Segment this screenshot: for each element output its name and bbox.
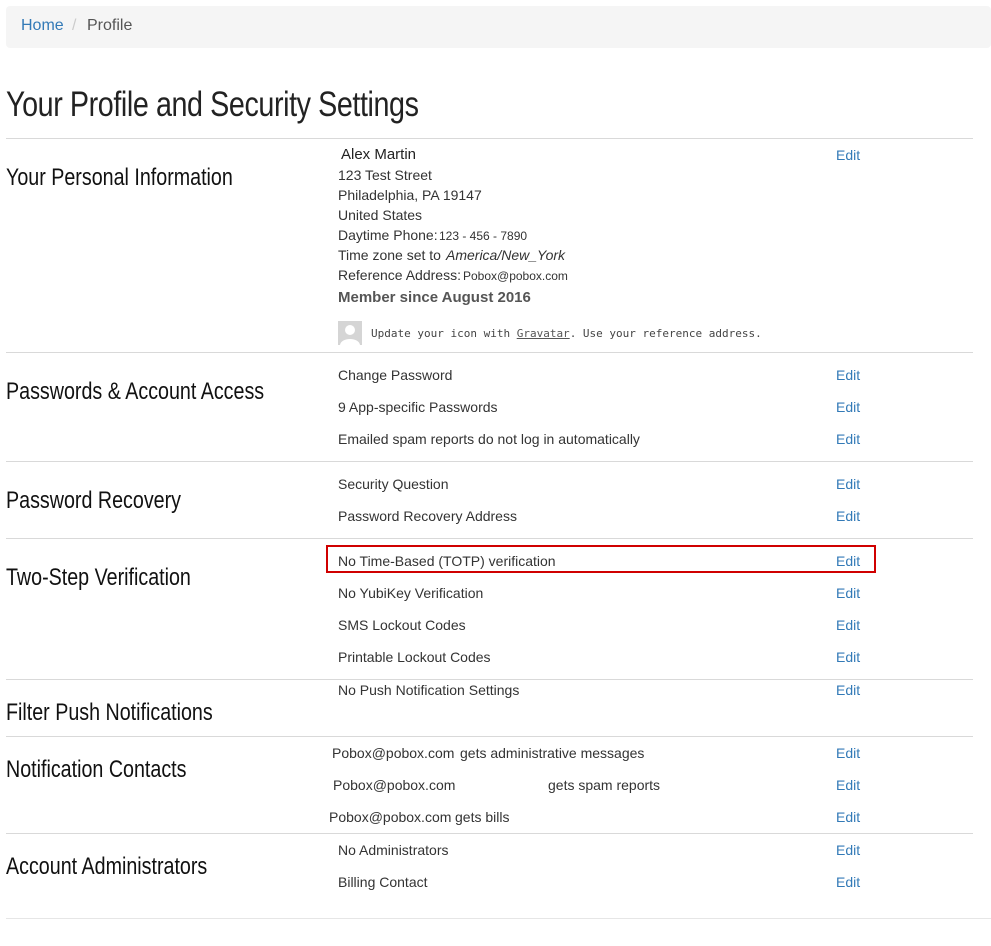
divider [6,461,973,462]
edit-contact-admin-button[interactable]: Edit [836,745,860,761]
default-avatar-icon [338,321,362,345]
reference-address-label: Reference Address: [338,267,461,283]
section-title-contacts: Notification Contacts [6,756,187,783]
section-title-two-step: Two-Step Verification [6,564,191,591]
edit-totp-button[interactable]: Edit [836,553,860,569]
edit-contact-bills-button[interactable]: Edit [836,809,860,825]
contact-email-spam: Pobox@pobox.com [333,777,456,793]
list-item-app-passwords: 9 App-specific Passwords [338,399,498,415]
list-item-administrators: No Administrators [338,842,449,858]
edit-printable-codes-button[interactable]: Edit [836,649,860,665]
section-title-push: Filter Push Notifications [6,699,213,726]
list-item-push-settings: No Push Notification Settings [338,682,520,698]
divider [6,679,973,680]
list-item-spam-reports-login: Emailed spam reports do not log in autom… [338,431,640,447]
edit-personal-button[interactable]: Edit [836,147,860,163]
contact-email-bills: Pobox@pobox.com [329,809,452,825]
edit-administrators-button[interactable]: Edit [836,842,860,858]
phone-label: Daytime Phone: [338,227,438,243]
address-country: United States [338,207,423,223]
divider [6,918,991,919]
list-item-sms-codes: SMS Lockout Codes [338,617,466,633]
list-item-security-question: Security Question [338,476,449,492]
avatar [338,321,362,345]
divider [6,833,973,834]
section-title-personal: Your Personal Information [6,164,233,191]
list-item-printable-codes: Printable Lockout Codes [338,649,491,665]
divider [6,352,973,353]
profile-name: Alex Martin [341,146,417,163]
phone-value: 123 - 456 - 7890 [439,229,528,243]
edit-recovery-address-button[interactable]: Edit [836,508,860,524]
contact-email-admin: Pobox@pobox.com [332,745,455,761]
address-street: 123 Test Street [338,167,432,183]
edit-spam-reports-login-button[interactable]: Edit [836,431,860,447]
edit-sms-codes-button[interactable]: Edit [836,617,860,633]
edit-change-password-button[interactable]: Edit [836,367,860,383]
contact-desc-bills: gets bills [455,809,510,825]
edit-billing-contact-button[interactable]: Edit [836,874,860,890]
breadcrumb [6,6,991,48]
gravatar-hint-pre: Update your icon with [371,327,517,340]
edit-yubikey-button[interactable]: Edit [836,585,860,601]
page-title: Your Profile and Security Settings [6,85,419,124]
gravatar-link[interactable]: Gravatar [517,327,570,340]
edit-push-settings-button[interactable]: Edit [836,682,860,698]
gravatar-hint-post: . Use your reference address. [569,327,762,340]
edit-security-question-button[interactable]: Edit [836,476,860,492]
list-item-recovery-address: Password Recovery Address [338,508,517,524]
list-item-totp: No Time-Based (TOTP) verification [338,553,556,569]
edit-contact-spam-button[interactable]: Edit [836,777,860,793]
address-city: Philadelphia, PA 19147 [338,187,482,203]
section-title-passwords: Passwords & Account Access [6,378,265,405]
edit-app-passwords-button[interactable]: Edit [836,399,860,415]
reference-address-value: Pobox@pobox.com [463,269,568,283]
section-title-recovery: Password Recovery [6,487,182,514]
breadcrumb-current: Profile [87,17,133,34]
breadcrumb-home-link[interactable]: Home [21,17,64,35]
timezone-label: Time zone set to [338,247,441,263]
section-title-admins: Account Administrators [6,853,208,880]
list-item-change-password: Change Password [338,367,453,383]
contact-desc-admin: gets administrative messages [460,745,645,761]
member-since: Member since August 2016 [338,289,531,306]
list-item-billing-contact: Billing Contact [338,874,428,890]
list-item-yubikey: No YubiKey Verification [338,585,484,601]
divider [6,538,973,539]
timezone-value: America/New_York [446,247,566,263]
contact-desc-spam: gets spam reports [548,777,661,793]
divider [6,736,973,737]
divider [6,138,973,139]
breadcrumb-separator: / [72,17,77,34]
gravatar-hint: Update your icon with Gravatar. Use your… [371,327,762,340]
